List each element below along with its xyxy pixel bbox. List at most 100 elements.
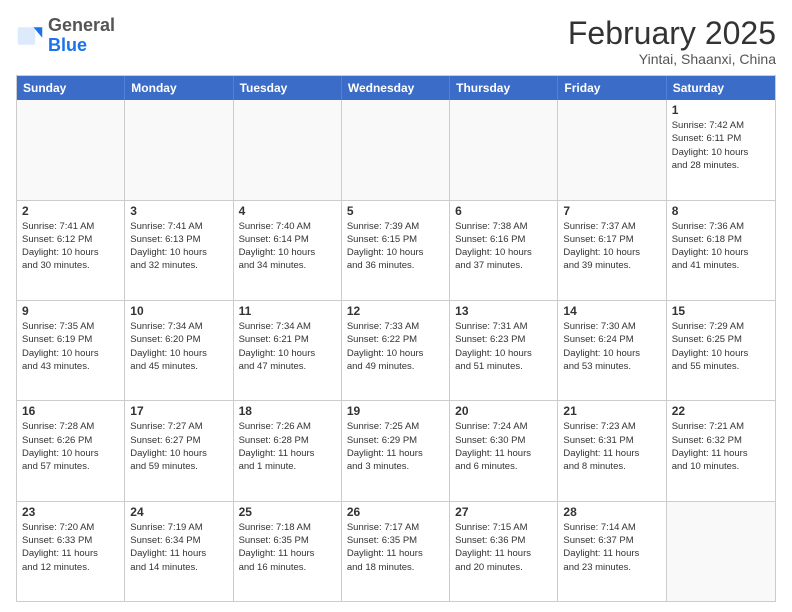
day-number: 4 <box>239 204 336 218</box>
day-number: 6 <box>455 204 552 218</box>
day-info: Sunrise: 7:40 AM Sunset: 6:14 PM Dayligh… <box>239 220 336 273</box>
day-number: 18 <box>239 404 336 418</box>
day-cell-empty <box>17 100 125 199</box>
day-cell-4: 4 Sunrise: 7:40 AM Sunset: 6:14 PM Daylig… <box>234 201 342 300</box>
day-info: Sunrise: 7:39 AM Sunset: 6:15 PM Dayligh… <box>347 220 444 273</box>
header-sunday: Sunday <box>17 76 125 100</box>
day-number: 9 <box>22 304 119 318</box>
day-number: 25 <box>239 505 336 519</box>
page: General Blue February 2025 Yintai, Shaan… <box>0 0 792 612</box>
day-info: Sunrise: 7:36 AM Sunset: 6:18 PM Dayligh… <box>672 220 770 273</box>
day-number: 3 <box>130 204 227 218</box>
day-info: Sunrise: 7:15 AM Sunset: 6:36 PM Dayligh… <box>455 521 552 574</box>
day-cell-empty <box>450 100 558 199</box>
day-cell-21: 21 Sunrise: 7:23 AM Sunset: 6:31 PM Dayli… <box>558 401 666 500</box>
day-cell-16: 16 Sunrise: 7:28 AM Sunset: 6:26 PM Dayli… <box>17 401 125 500</box>
day-cell-9: 9 Sunrise: 7:35 AM Sunset: 6:19 PM Daylig… <box>17 301 125 400</box>
day-info: Sunrise: 7:28 AM Sunset: 6:26 PM Dayligh… <box>22 420 119 473</box>
logo-icon <box>16 22 44 50</box>
day-cell-28: 28 Sunrise: 7:14 AM Sunset: 6:37 PM Dayli… <box>558 502 666 601</box>
calendar: SundayMondayTuesdayWednesdayThursdayFrid… <box>16 75 776 602</box>
header-thursday: Thursday <box>450 76 558 100</box>
day-cell-10: 10 Sunrise: 7:34 AM Sunset: 6:20 PM Dayli… <box>125 301 233 400</box>
title-block: February 2025 Yintai, Shaanxi, China <box>568 16 776 67</box>
week-row-2: 2 Sunrise: 7:41 AM Sunset: 6:12 PM Daylig… <box>17 200 775 300</box>
day-cell-12: 12Sunrise: 7:33 AM Sunset: 6:22 PM Dayli… <box>342 301 450 400</box>
day-number: 22 <box>672 404 770 418</box>
day-number: 26 <box>347 505 444 519</box>
day-info: Sunrise: 7:34 AM Sunset: 6:21 PM Dayligh… <box>239 320 336 373</box>
day-number: 14 <box>563 304 660 318</box>
day-info: Sunrise: 7:23 AM Sunset: 6:31 PM Dayligh… <box>563 420 660 473</box>
month-title: February 2025 <box>568 16 776 51</box>
day-info: Sunrise: 7:37 AM Sunset: 6:17 PM Dayligh… <box>563 220 660 273</box>
day-number: 13 <box>455 304 552 318</box>
day-cell-11: 11 Sunrise: 7:34 AM Sunset: 6:21 PM Dayli… <box>234 301 342 400</box>
day-number: 27 <box>455 505 552 519</box>
day-cell-empty <box>342 100 450 199</box>
header-wednesday: Wednesday <box>342 76 450 100</box>
day-info: Sunrise: 7:27 AM Sunset: 6:27 PM Dayligh… <box>130 420 227 473</box>
week-row-1: 1Sunrise: 7:42 AM Sunset: 6:11 PM Daylig… <box>17 100 775 199</box>
day-cell-empty <box>125 100 233 199</box>
day-info: Sunrise: 7:18 AM Sunset: 6:35 PM Dayligh… <box>239 521 336 574</box>
header-tuesday: Tuesday <box>234 76 342 100</box>
day-cell-17: 17 Sunrise: 7:27 AM Sunset: 6:27 PM Dayli… <box>125 401 233 500</box>
header: General Blue February 2025 Yintai, Shaan… <box>16 16 776 67</box>
day-number: 20 <box>455 404 552 418</box>
day-cell-2: 2 Sunrise: 7:41 AM Sunset: 6:12 PM Daylig… <box>17 201 125 300</box>
day-cell-20: 20 Sunrise: 7:24 AM Sunset: 6:30 PM Dayli… <box>450 401 558 500</box>
day-number: 5 <box>347 204 444 218</box>
day-cell-7: 7 Sunrise: 7:37 AM Sunset: 6:17 PM Daylig… <box>558 201 666 300</box>
day-info: Sunrise: 7:41 AM Sunset: 6:13 PM Dayligh… <box>130 220 227 273</box>
day-info: Sunrise: 7:26 AM Sunset: 6:28 PM Dayligh… <box>239 420 336 473</box>
day-number: 17 <box>130 404 227 418</box>
day-info: Sunrise: 7:20 AM Sunset: 6:33 PM Dayligh… <box>22 521 119 574</box>
day-number: 2 <box>22 204 119 218</box>
day-cell-23: 23Sunrise: 7:20 AM Sunset: 6:33 PM Dayli… <box>17 502 125 601</box>
day-cell-8: 8 Sunrise: 7:36 AM Sunset: 6:18 PM Daylig… <box>667 201 775 300</box>
day-number: 8 <box>672 204 770 218</box>
week-row-5: 23Sunrise: 7:20 AM Sunset: 6:33 PM Dayli… <box>17 501 775 601</box>
day-cell-27: 27 Sunrise: 7:15 AM Sunset: 6:36 PM Dayli… <box>450 502 558 601</box>
header-monday: Monday <box>125 76 233 100</box>
day-number: 10 <box>130 304 227 318</box>
day-cell-empty <box>234 100 342 199</box>
logo-general-text: General <box>48 15 115 35</box>
day-cell-24: 24Sunrise: 7:19 AM Sunset: 6:34 PM Dayli… <box>125 502 233 601</box>
logo: General Blue <box>16 16 115 56</box>
day-cell-15: 15Sunrise: 7:29 AM Sunset: 6:25 PM Dayli… <box>667 301 775 400</box>
day-cell-13: 13Sunrise: 7:31 AM Sunset: 6:23 PM Dayli… <box>450 301 558 400</box>
day-cell-25: 25 Sunrise: 7:18 AM Sunset: 6:35 PM Dayli… <box>234 502 342 601</box>
day-info: Sunrise: 7:21 AM Sunset: 6:32 PM Dayligh… <box>672 420 770 473</box>
day-cell-14: 14 Sunrise: 7:30 AM Sunset: 6:24 PM Dayli… <box>558 301 666 400</box>
week-row-4: 16 Sunrise: 7:28 AM Sunset: 6:26 PM Dayli… <box>17 400 775 500</box>
day-info: Sunrise: 7:29 AM Sunset: 6:25 PM Dayligh… <box>672 320 770 373</box>
day-cell-6: 6Sunrise: 7:38 AM Sunset: 6:16 PM Daylig… <box>450 201 558 300</box>
day-cell-26: 26 Sunrise: 7:17 AM Sunset: 6:35 PM Dayli… <box>342 502 450 601</box>
day-number: 7 <box>563 204 660 218</box>
week-row-3: 9 Sunrise: 7:35 AM Sunset: 6:19 PM Daylig… <box>17 300 775 400</box>
day-cell-empty <box>667 502 775 601</box>
day-info: Sunrise: 7:19 AM Sunset: 6:34 PM Dayligh… <box>130 521 227 574</box>
day-info: Sunrise: 7:41 AM Sunset: 6:12 PM Dayligh… <box>22 220 119 273</box>
day-info: Sunrise: 7:33 AM Sunset: 6:22 PM Dayligh… <box>347 320 444 373</box>
day-cell-5: 5 Sunrise: 7:39 AM Sunset: 6:15 PM Daylig… <box>342 201 450 300</box>
day-number: 21 <box>563 404 660 418</box>
day-info: Sunrise: 7:25 AM Sunset: 6:29 PM Dayligh… <box>347 420 444 473</box>
day-info: Sunrise: 7:17 AM Sunset: 6:35 PM Dayligh… <box>347 521 444 574</box>
day-info: Sunrise: 7:34 AM Sunset: 6:20 PM Dayligh… <box>130 320 227 373</box>
logo-text: General Blue <box>48 16 115 56</box>
calendar-body: 1Sunrise: 7:42 AM Sunset: 6:11 PM Daylig… <box>17 100 775 601</box>
day-info: Sunrise: 7:35 AM Sunset: 6:19 PM Dayligh… <box>22 320 119 373</box>
day-number: 28 <box>563 505 660 519</box>
day-number: 19 <box>347 404 444 418</box>
day-number: 16 <box>22 404 119 418</box>
day-info: Sunrise: 7:30 AM Sunset: 6:24 PM Dayligh… <box>563 320 660 373</box>
day-info: Sunrise: 7:24 AM Sunset: 6:30 PM Dayligh… <box>455 420 552 473</box>
day-number: 11 <box>239 304 336 318</box>
logo-blue-text: Blue <box>48 35 87 55</box>
day-cell-19: 19 Sunrise: 7:25 AM Sunset: 6:29 PM Dayli… <box>342 401 450 500</box>
day-info: Sunrise: 7:14 AM Sunset: 6:37 PM Dayligh… <box>563 521 660 574</box>
day-info: Sunrise: 7:42 AM Sunset: 6:11 PM Dayligh… <box>672 119 770 172</box>
